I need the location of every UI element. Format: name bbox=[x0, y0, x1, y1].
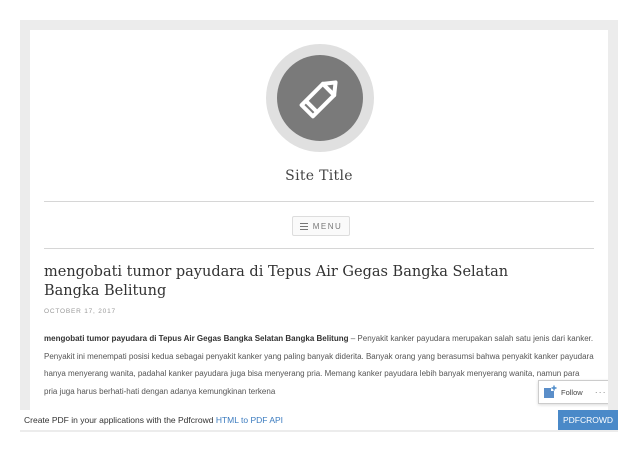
blog-page: Site Title MENU mengobati tumor payudara… bbox=[30, 30, 608, 410]
hamburger-icon bbox=[299, 222, 308, 230]
post-body-text: – Penyakit kanker payudara merupakan sal… bbox=[44, 334, 594, 396]
post-body: mengobati tumor payudara di Tepus Air Ge… bbox=[44, 330, 594, 400]
pencil-icon bbox=[277, 55, 363, 141]
pdf-footer-text: Create PDF in your applications with the… bbox=[24, 410, 283, 430]
html-to-pdf-link[interactable]: HTML to PDF API bbox=[216, 415, 283, 425]
pdf-footer: Create PDF in your applications with the… bbox=[20, 410, 618, 430]
more-options-icon[interactable]: ··· bbox=[595, 387, 607, 397]
header-divider-top bbox=[44, 201, 594, 202]
follow-plus-icon bbox=[544, 385, 557, 398]
header-divider-bottom bbox=[44, 248, 594, 249]
post-date[interactable]: OCTOBER 17, 2017 bbox=[44, 308, 116, 315]
post-lead-bold: mengobati tumor payudara di Tepus Air Ge… bbox=[44, 334, 349, 343]
site-title[interactable]: Site Title bbox=[30, 168, 608, 184]
follow-button[interactable]: Follow ··· bbox=[538, 380, 608, 404]
follow-label: Follow bbox=[561, 387, 583, 397]
pdf-footer-caption: Create PDF in your applications with the… bbox=[24, 415, 216, 425]
post-title[interactable]: mengobati tumor payudara di Tepus Air Ge… bbox=[44, 263, 524, 301]
pdfcrowd-badge[interactable]: PDFCROWD bbox=[558, 410, 618, 430]
site-logo[interactable] bbox=[266, 44, 374, 152]
menu-button[interactable]: MENU bbox=[292, 216, 350, 236]
menu-label: MENU bbox=[312, 221, 343, 231]
